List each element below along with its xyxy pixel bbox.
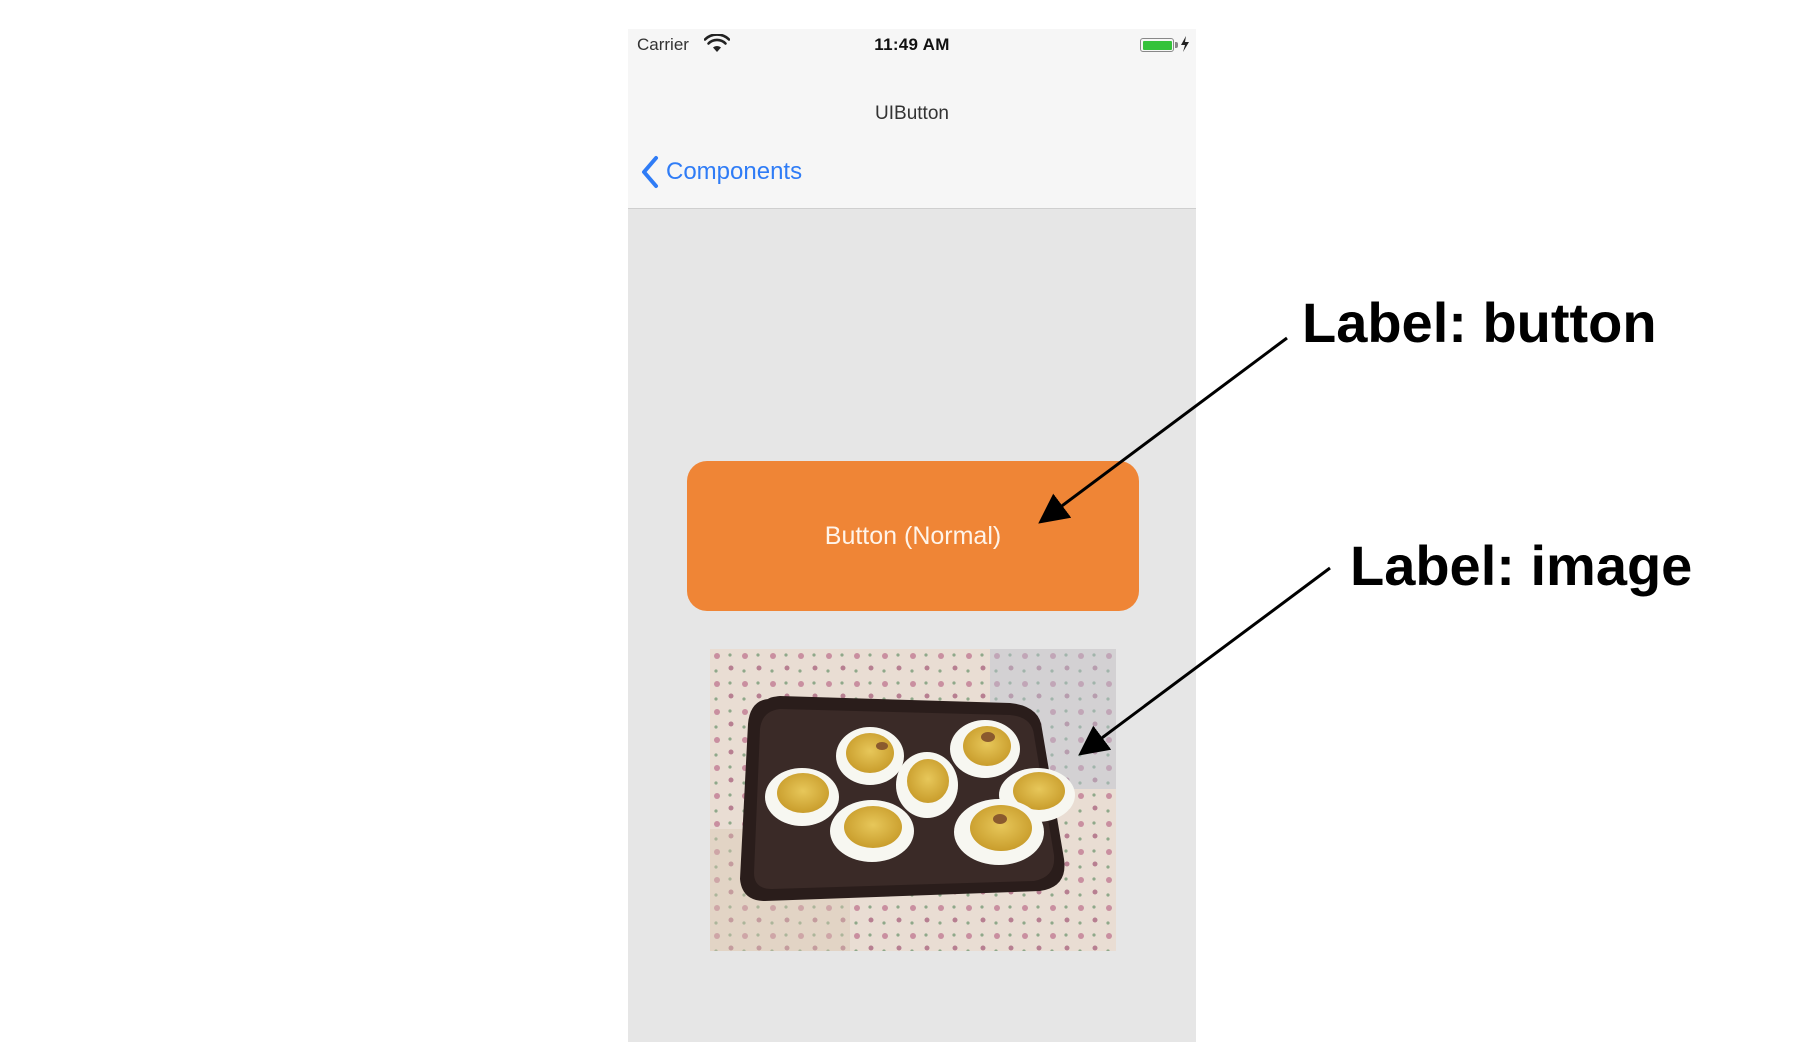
main-button-label: Button (Normal) (824, 521, 1002, 550)
status-bar: Carrier 11:49 AM (628, 29, 1196, 61)
navigation-bar: UIButton Components (628, 61, 1196, 209)
egg-image (710, 649, 1116, 951)
main-button[interactable]: Button (Normal) (687, 461, 1139, 611)
back-button[interactable]: Components (640, 155, 802, 189)
nav-title: UIButton (875, 103, 949, 124)
chevron-left-icon (642, 156, 658, 188)
status-time: 11:49 AM (874, 35, 950, 54)
phone-screen: Carrier 11:49 AM UIButton Components But… (628, 29, 1196, 1042)
back-button-label: Components (666, 158, 803, 185)
annotation-label-image: Label: image (1350, 534, 1693, 597)
annotation-label-button: Label: button (1302, 291, 1657, 354)
battery-tip (1175, 42, 1178, 48)
battery-icon (1140, 38, 1174, 52)
battery-fill (1142, 40, 1172, 50)
charging-bolt-icon (1181, 36, 1189, 52)
canvas: Carrier 11:49 AM UIButton Components But… (0, 0, 1800, 1042)
